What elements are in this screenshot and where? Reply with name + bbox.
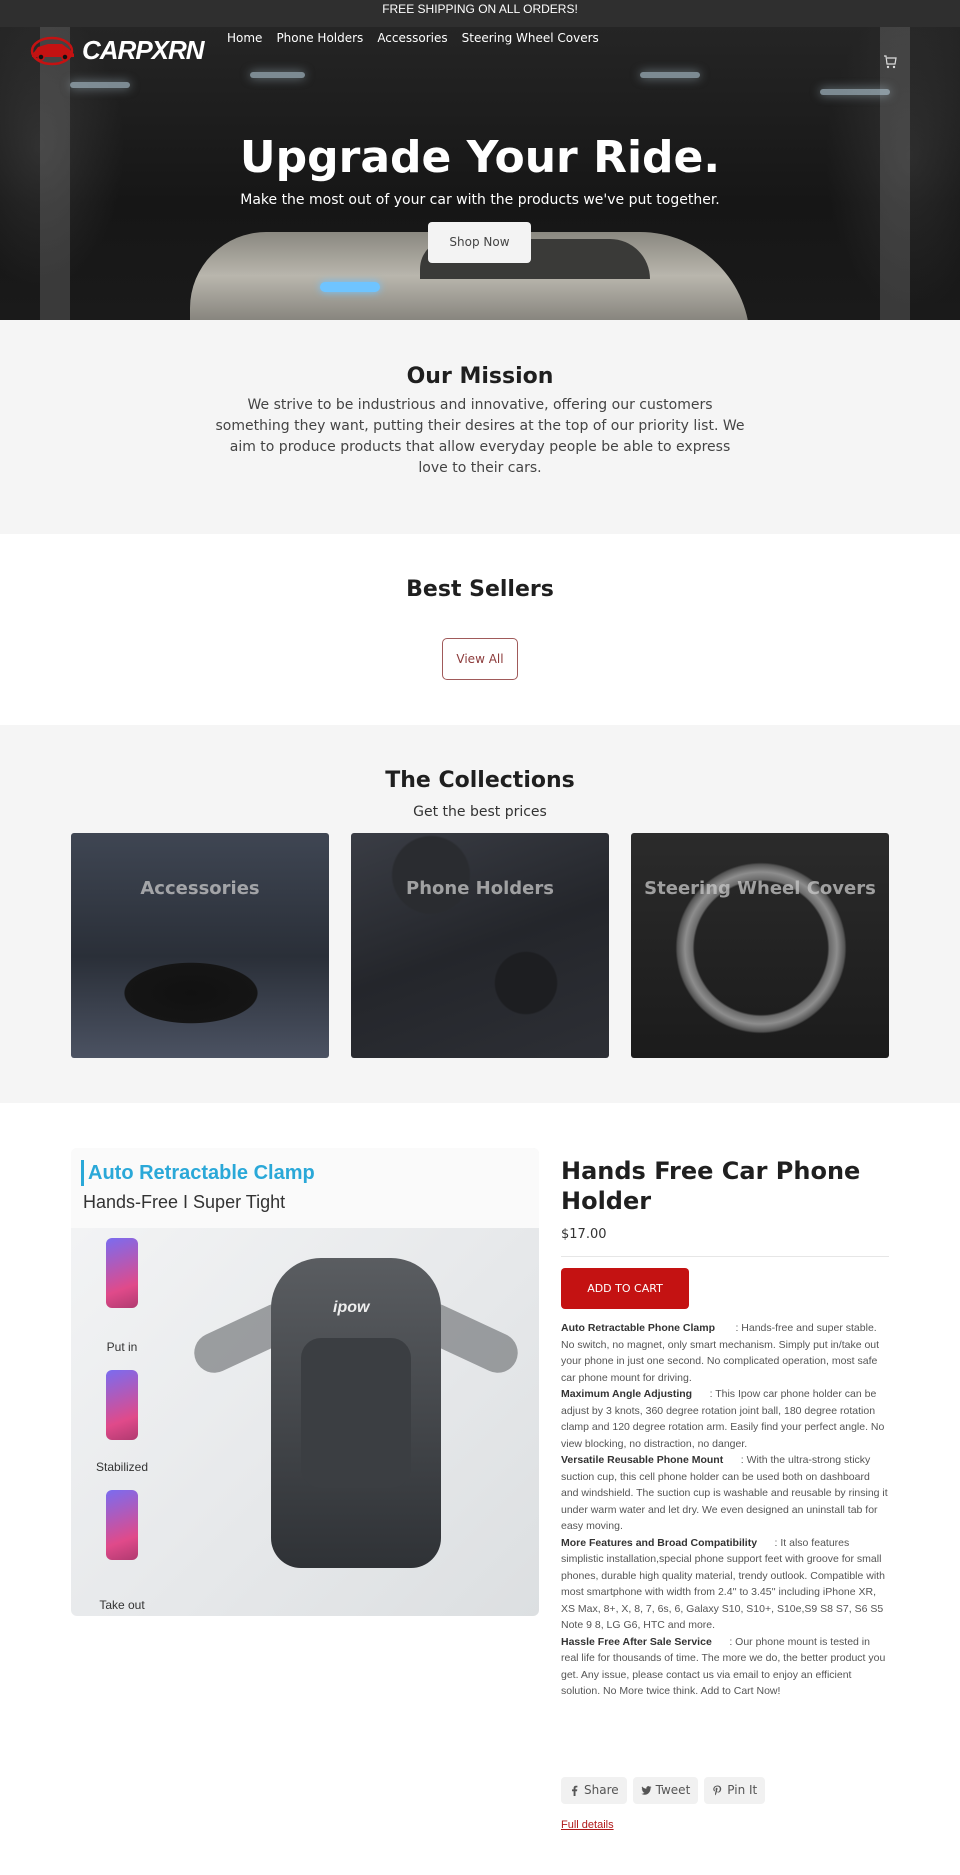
product-image-title: Auto Retractable Clamp: [81, 1160, 315, 1186]
hero-subtitle: Make the most out of your car with the p…: [240, 192, 720, 208]
feature-paragraph: Versatile Reusable Phone Mount : With th…: [561, 1452, 889, 1535]
collection-card-label: Steering Wheel Covers: [644, 878, 876, 899]
product-image-subtitle: Hands-Free I Super Tight: [83, 1192, 286, 1212]
main-nav: Home Phone Holders Accessories Steering …: [227, 30, 599, 46]
view-all-button[interactable]: View All: [442, 638, 518, 680]
collections-subtitle: Get the best prices: [413, 804, 547, 820]
collection-card-label: Phone Holders: [406, 878, 554, 899]
divider: [561, 1256, 889, 1257]
share-facebook-button[interactable]: Share: [561, 1777, 627, 1804]
feature-heading: Maximum Angle Adjusting: [561, 1388, 693, 1400]
product-title: Hands Free Car Phone Holder: [561, 1157, 861, 1215]
product-description: Auto Retractable Phone Clamp : Hands-fre…: [561, 1320, 889, 1700]
car-logo-icon: [30, 36, 74, 66]
phone-holder-face: [301, 1338, 411, 1488]
feature-heading: Auto Retractable Phone Clamp: [561, 1322, 716, 1334]
full-details-link[interactable]: Full details: [561, 1817, 614, 1833]
product-price: $17.00: [561, 1227, 607, 1242]
add-to-cart-button[interactable]: ADD TO CART: [561, 1268, 689, 1309]
pinterest-icon: [713, 1785, 722, 1796]
product-step-label: Stabilized: [95, 1460, 149, 1474]
hero-title: Upgrade Your Ride.: [239, 132, 721, 183]
product-image[interactable]: Auto Retractable Clamp Hands-Free I Supe…: [71, 1148, 539, 1616]
shop-now-button[interactable]: Shop Now: [428, 222, 531, 263]
mission-text: We strive to be industrious and innovati…: [215, 397, 745, 476]
share-pinterest-button[interactable]: Pin It: [704, 1777, 766, 1804]
feature-heading: Hassle Free After Sale Service: [561, 1635, 712, 1648]
brand-name: CARPXRN: [82, 35, 205, 65]
feature-text: : It also features simplistic installati…: [561, 1536, 885, 1632]
collections-title: The Collections: [385, 768, 575, 793]
best-sellers-title: Best Sellers: [406, 577, 554, 602]
nav-accessories[interactable]: Accessories: [377, 30, 447, 46]
nav-phone-holders[interactable]: Phone Holders: [276, 30, 363, 46]
share-label: Pin It: [727, 1783, 758, 1797]
feature-paragraph: Hassle Free After Sale Service : Our pho…: [561, 1634, 889, 1700]
hero-bg-light: [640, 72, 700, 78]
nav-steering-wheel-covers[interactable]: Steering Wheel Covers: [462, 30, 599, 46]
feature-paragraph: Auto Retractable Phone Clamp : Hands-fre…: [561, 1320, 889, 1386]
hero-car-headlight: [320, 282, 380, 292]
product-step-label: Take out: [99, 1598, 145, 1612]
share-twitter-button[interactable]: Tweet: [632, 1777, 699, 1804]
hero-bg-light: [820, 89, 890, 95]
feature-paragraph: Maximum Angle Adjusting : This Ipow car …: [561, 1386, 889, 1452]
collection-card-steering-wheel-covers[interactable]: Steering Wheel Covers: [631, 833, 889, 1058]
share-label: Share: [584, 1783, 619, 1797]
feature-paragraph: More Features and Broad Compatibility : …: [561, 1535, 889, 1634]
share-buttons: Share Tweet Pin It: [561, 1777, 766, 1804]
best-sellers-section: Best Sellers View All: [0, 534, 960, 725]
phone-step-icon: [106, 1238, 138, 1308]
nav-home[interactable]: Home: [227, 30, 262, 46]
share-label: Tweet: [655, 1783, 691, 1797]
facebook-icon: [572, 1785, 578, 1796]
collection-card-label: Accessories: [140, 878, 260, 899]
announcement-bar: FREE SHIPPING ON ALL ORDERS!: [0, 0, 960, 27]
twitter-icon: [640, 1786, 652, 1795]
hero-bg-light: [70, 82, 130, 88]
collection-card-phone-holders[interactable]: Phone Holders: [351, 833, 609, 1058]
mission-section: Our Mission We strive to be industrious …: [0, 320, 960, 534]
hero-bg-light: [250, 72, 305, 78]
phone-step-icon: [106, 1370, 138, 1440]
collections-section: The Collections Get the best prices Acce…: [0, 725, 960, 1103]
collection-card-accessories[interactable]: Accessories: [71, 833, 329, 1058]
phone-step-icon: [106, 1490, 138, 1560]
brand-logo[interactable]: CARPXRN: [28, 33, 205, 67]
feature-heading: Versatile Reusable Phone Mount: [561, 1454, 724, 1466]
cart-icon[interactable]: [883, 55, 897, 69]
feature-heading: More Features and Broad Compatibility: [561, 1536, 758, 1549]
product-image-brand: ipow: [333, 1299, 370, 1316]
product-step-label: Put in: [106, 1340, 138, 1354]
mission-title: Our Mission: [406, 364, 554, 389]
